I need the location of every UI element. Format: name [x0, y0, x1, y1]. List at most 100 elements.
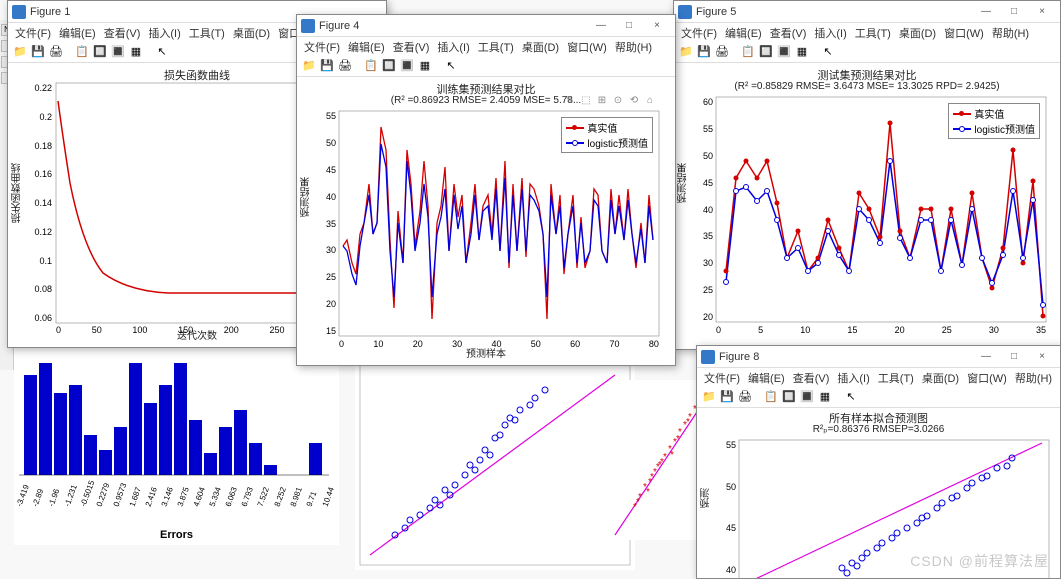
menu-desktop[interactable]: 桌面(D): [919, 370, 962, 384]
menu-tools[interactable]: 工具(T): [852, 25, 894, 39]
tb-icon[interactable]: 📋: [740, 44, 756, 60]
svg-text:*: *: [646, 487, 650, 498]
menu-insert[interactable]: 插入(I): [834, 370, 872, 384]
tb-icon[interactable]: ▦: [794, 44, 810, 60]
close-button[interactable]: ×: [1028, 348, 1056, 366]
tb-icon[interactable]: 🔳: [776, 44, 792, 60]
menu-window[interactable]: 窗口(W): [964, 370, 1010, 384]
tb-icon[interactable]: ▦: [417, 58, 433, 74]
figure-8-window[interactable]: Figure 8—□× 文件(F)编辑(E)查看(V)插入(I)工具(T)桌面(…: [696, 345, 1061, 579]
open-icon[interactable]: 📁: [301, 58, 317, 74]
tb-icon[interactable]: 🔳: [799, 389, 815, 405]
titlebar[interactable]: Figure 8—□×: [697, 346, 1060, 368]
print-icon[interactable]: 🖨: [337, 58, 353, 74]
menu-tools[interactable]: 工具(T): [186, 25, 228, 39]
menu-desktop[interactable]: 桌面(D): [230, 25, 273, 39]
tb-icon[interactable]: 🔲: [781, 389, 797, 405]
menu-view[interactable]: 查看(V): [790, 370, 833, 384]
tb-icon[interactable]: 🔲: [92, 44, 108, 60]
open-icon[interactable]: 📁: [701, 389, 717, 405]
menu-edit[interactable]: 编辑(E): [745, 370, 788, 384]
svg-text:*: *: [650, 472, 654, 483]
tb-icon[interactable]: 🔲: [758, 44, 774, 60]
legend[interactable]: 真实值logistic预测值: [561, 117, 653, 153]
window-title: Figure 4: [319, 20, 587, 32]
figure-4-window[interactable]: Figure 4—□× 文件(F)编辑(E)查看(V)插入(I)工具(T)桌面(…: [296, 14, 676, 366]
save-icon[interactable]: 💾: [696, 44, 712, 60]
open-icon[interactable]: 📁: [678, 44, 694, 60]
menu-insert[interactable]: 插入(I): [811, 25, 849, 39]
pointer-icon[interactable]: ↖: [154, 44, 170, 60]
menu-desktop[interactable]: 桌面(D): [519, 39, 562, 53]
tb-icon[interactable]: ▦: [817, 389, 833, 405]
window-title: Figure 5: [696, 6, 972, 18]
menu-view[interactable]: 查看(V): [767, 25, 810, 39]
app-icon: [701, 350, 715, 364]
menu-help[interactable]: 帮助(H): [612, 39, 655, 53]
menu-window[interactable]: 窗口(W): [941, 25, 987, 39]
y-ticks: 40455055: [722, 440, 736, 575]
tb-icon[interactable]: 🔲: [381, 58, 397, 74]
legend-mark-blue: [566, 142, 584, 144]
print-icon[interactable]: 🖨: [48, 44, 64, 60]
menu-help[interactable]: 帮助(H): [989, 25, 1032, 39]
watermark: CSDN @前程算法屋: [910, 551, 1049, 571]
menu-insert[interactable]: 插入(I): [434, 39, 472, 53]
menu-desktop[interactable]: 桌面(D): [896, 25, 939, 39]
svg-text:*: *: [686, 417, 690, 428]
save-icon[interactable]: 💾: [719, 389, 735, 405]
minimize-button[interactable]: —: [972, 348, 1000, 366]
print-icon[interactable]: 🖨: [737, 389, 753, 405]
menu-insert[interactable]: 插入(I): [145, 25, 183, 39]
menubar: 文件(F)编辑(E)查看(V)插入(I)工具(T)桌面(D)窗口(W)帮助(H): [297, 37, 675, 55]
errors-xlabel: Errors: [14, 529, 339, 541]
print-icon[interactable]: 🖨: [714, 44, 730, 60]
menu-window[interactable]: 窗口(W): [564, 39, 610, 53]
x-ticks: 01020304050607080: [339, 339, 659, 349]
tb-icon[interactable]: ▦: [128, 44, 144, 60]
menu-view[interactable]: 查看(V): [390, 39, 433, 53]
maximize-button[interactable]: □: [615, 17, 643, 35]
pointer-icon[interactable]: ↖: [443, 58, 459, 74]
svg-text:*: *: [660, 457, 664, 468]
legend-mark-red: [953, 113, 971, 115]
maximize-button[interactable]: □: [1000, 348, 1028, 366]
plot-area: 训练集预测结果对比 (R² =0.86923 RMSE= 2.4059 MSE=…: [297, 77, 675, 364]
menu-tools[interactable]: 工具(T): [875, 370, 917, 384]
close-button[interactable]: ×: [643, 17, 671, 35]
y-ticks: 0.060.080.10.120.140.160.180.20.22: [30, 83, 52, 323]
menu-file[interactable]: 文件(F): [301, 39, 343, 53]
maximize-button[interactable]: □: [1000, 3, 1028, 21]
tb-icon[interactable]: 📋: [363, 58, 379, 74]
figure-5-window[interactable]: Figure 5—□× 文件(F)编辑(E)查看(V)插入(I)工具(T)桌面(…: [673, 0, 1061, 350]
minimize-button[interactable]: —: [587, 17, 615, 35]
menubar: 文件(F)编辑(E)查看(V)插入(I)工具(T)桌面(D)窗口(W)帮助(H): [674, 23, 1060, 41]
legend-mark-blue: [953, 128, 971, 130]
close-button[interactable]: ×: [1028, 3, 1056, 21]
tb-icon[interactable]: 📋: [763, 389, 779, 405]
menu-file[interactable]: 文件(F): [678, 25, 720, 39]
menu-file[interactable]: 文件(F): [701, 370, 743, 384]
pointer-icon[interactable]: ↖: [820, 44, 836, 60]
titlebar[interactable]: Figure 5—□×: [674, 1, 1060, 23]
save-icon[interactable]: 💾: [319, 58, 335, 74]
scatter-mid: [355, 360, 635, 570]
menu-view[interactable]: 查看(V): [101, 25, 144, 39]
save-icon[interactable]: 💾: [30, 44, 46, 60]
minimize-button[interactable]: —: [972, 3, 1000, 21]
menu-edit[interactable]: 编辑(E): [345, 39, 388, 53]
pointer-icon[interactable]: ↖: [843, 389, 859, 405]
tb-icon[interactable]: 📋: [74, 44, 90, 60]
tb-icon[interactable]: 🔳: [399, 58, 415, 74]
svg-text:*: *: [636, 497, 640, 508]
tb-icon[interactable]: 🔳: [110, 44, 126, 60]
open-icon[interactable]: 📁: [12, 44, 28, 60]
menu-tools[interactable]: 工具(T): [475, 39, 517, 53]
menu-edit[interactable]: 编辑(E): [56, 25, 99, 39]
menu-edit[interactable]: 编辑(E): [722, 25, 765, 39]
menu-file[interactable]: 文件(F): [12, 25, 54, 39]
legend[interactable]: 真实值logistic预测值: [948, 103, 1040, 139]
plot-area: 测试集预测结果对比 (R² =0.85829 RMSE= 3.6473 MSE=…: [674, 63, 1060, 348]
menu-help[interactable]: 帮助(H): [1012, 370, 1055, 384]
titlebar[interactable]: Figure 4—□×: [297, 15, 675, 37]
